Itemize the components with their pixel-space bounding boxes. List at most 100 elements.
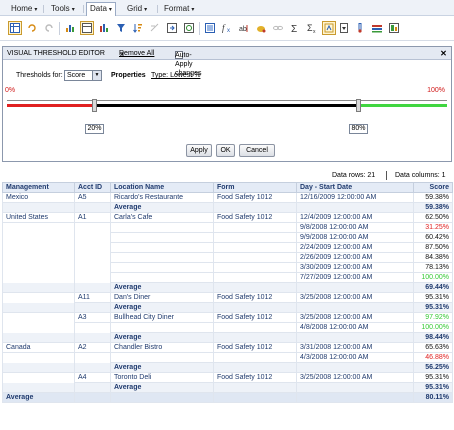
table-row[interactable]: 4/8/2008 12:00:00 AM 100.00% <box>2 322 453 333</box>
column-header-location-name[interactable]: Location Name <box>110 182 214 193</box>
table-row[interactable]: 9/8/2008 12:00:00 AM 31.25% <box>2 222 453 233</box>
toolbar-divider <box>199 22 200 35</box>
column-header-score[interactable]: Score <box>413 182 453 193</box>
export-icon[interactable] <box>165 21 179 35</box>
chevron-down-icon: ▾ <box>34 7 38 13</box>
average-row[interactable]: Average 95.31% <box>2 382 453 393</box>
cell-location-name: Dan's Diner <box>110 292 214 303</box>
average-row[interactable]: Average 95.31% <box>2 302 453 313</box>
chevron-down-icon: ▾ <box>108 7 112 13</box>
high-threshold-input[interactable]: 80% <box>349 124 368 134</box>
cell-acct-id <box>74 392 111 403</box>
alert-icon[interactable] <box>254 21 268 35</box>
table-row[interactable]: A3 Bullhead City Diner Food Safety 1012 3/2… <box>2 312 453 323</box>
table-row[interactable]: A4 Toronto Deli Food Safety 1012 3/25/2008 … <box>2 372 453 383</box>
menu-grid[interactable]: Grid ▾ <box>124 3 150 15</box>
formula-icon[interactable]: fx <box>220 21 234 35</box>
cell-start-date: 4/8/2008 12:00:00 AM <box>296 322 414 333</box>
redo-icon[interactable] <box>42 21 56 35</box>
close-icon[interactable]: ✕ <box>439 49 448 58</box>
cell-management <box>2 282 75 293</box>
remove-all-link[interactable]: ✕ Remove All <box>119 49 154 59</box>
cell-acct-id <box>74 332 111 343</box>
menu-data-label: Data <box>90 4 107 13</box>
table-row[interactable]: Mexico A5 Ricardo's Restaurante Food Safety… <box>2 192 453 203</box>
cell-management <box>2 252 75 263</box>
apply-button[interactable]: Apply <box>186 144 212 157</box>
sort-icon[interactable] <box>131 21 145 35</box>
grand-average-row[interactable]: Average 80.11% <box>2 392 453 403</box>
table-row[interactable]: United States A1 Carla's Cafe Food Safety 1… <box>2 212 453 223</box>
table-row[interactable]: 2/26/2009 12:00:00 AM 84.38% <box>2 252 453 263</box>
bar-chart-icon[interactable] <box>80 21 94 35</box>
menu-data[interactable]: Data ▾ <box>86 2 116 16</box>
cell-start-date <box>296 362 414 373</box>
average-row[interactable]: Average 59.38% <box>2 202 453 213</box>
menu-home[interactable]: Home ▾ <box>8 3 40 15</box>
average-row[interactable]: Average 56.25% <box>2 362 453 373</box>
menu-tools[interactable]: Tools ▾ <box>48 3 78 15</box>
ok-button[interactable]: OK <box>216 144 235 157</box>
pivot-icon[interactable] <box>148 21 162 35</box>
cell-location-name: Average <box>110 302 214 313</box>
cancel-button[interactable]: Cancel <box>239 144 275 157</box>
cell-start-date: 12/16/2009 12:00:00 AM <box>296 192 414 203</box>
cell-score: 100.00% <box>413 322 453 333</box>
undo-icon[interactable] <box>25 21 39 35</box>
chevron-down-icon: ▾ <box>71 7 75 13</box>
thresholds-for-select[interactable]: Score ▼ <box>64 70 102 81</box>
thermometer-icon[interactable] <box>353 21 367 35</box>
table-row[interactable]: 3/30/2009 12:00:00 AM 78.13% <box>2 262 453 273</box>
toolbar-divider <box>59 22 60 35</box>
type-link[interactable]: Type: Lowest % <box>151 71 200 80</box>
table-row[interactable]: A11 Dan's Diner Food Safety 1012 3/25/2008 … <box>2 292 453 303</box>
cell-form <box>213 352 297 363</box>
subtotal-icon[interactable]: Σx <box>305 21 319 35</box>
filter-icon[interactable] <box>114 21 128 35</box>
svg-text:x: x <box>313 29 316 33</box>
column-header-form[interactable]: Form <box>213 182 297 193</box>
table-row[interactable]: 9/9/2008 12:00:00 AM 60.42% <box>2 232 453 243</box>
cell-start-date: 9/9/2008 12:00:00 AM <box>296 232 414 243</box>
high-threshold-handle[interactable] <box>356 99 361 112</box>
grid-body: Mexico A5 Ricardo's Restaurante Food Safety… <box>2 192 453 403</box>
cell-form: Food Safety 1012 <box>213 212 297 223</box>
low-threshold-handle[interactable] <box>92 99 97 112</box>
column-header-acct-id[interactable]: Acct ID <box>74 182 111 193</box>
menu-format[interactable]: Format ▾ <box>161 3 197 15</box>
column-header-day-start-date[interactable]: Day - Start Date <box>296 182 414 193</box>
sum-icon[interactable]: Σ <box>288 21 302 35</box>
average-row[interactable]: Average 69.44% <box>2 282 453 293</box>
chart-icon[interactable] <box>63 21 77 35</box>
menu-home-label: Home <box>11 4 33 13</box>
cell-management <box>2 272 75 283</box>
properties-icon[interactable] <box>387 21 401 35</box>
threshold-icon[interactable] <box>322 21 336 35</box>
bar-icon[interactable] <box>370 21 384 35</box>
cell-form <box>213 252 297 263</box>
refresh-icon[interactable] <box>182 21 196 35</box>
dropdown-arrow-icon[interactable] <box>337 21 351 35</box>
table-row[interactable]: 2/24/2009 12:00:00 AM 87.50% <box>2 242 453 253</box>
cell-location-name <box>110 392 214 403</box>
cell-management <box>2 372 75 383</box>
cell-acct-id <box>74 382 111 393</box>
low-threshold-input[interactable]: 20% <box>85 124 104 134</box>
table-row[interactable]: 4/3/2008 12:00:00 AM 46.88% <box>2 352 453 363</box>
column-header-management[interactable]: Management <box>2 182 75 193</box>
table-row[interactable]: 7/27/2009 12:00:00 AM 100.00% <box>2 272 453 283</box>
table-row[interactable]: Canada A2 Chandler Bistro Food Safety 1012 3… <box>2 342 453 353</box>
average-row[interactable]: Average 98.44% <box>2 332 453 343</box>
cell-score: 59.38% <box>413 192 453 203</box>
cell-location-name <box>110 262 214 273</box>
cell-acct-id: A1 <box>74 212 111 223</box>
grid-view-icon[interactable] <box>8 21 22 35</box>
cell-score: 62.50% <box>413 212 453 223</box>
chain-icon[interactable] <box>271 21 285 35</box>
cell-location-name: Chandler Bistro <box>110 342 214 353</box>
chevron-down-icon: ▾ <box>144 7 148 13</box>
insert-icon[interactable] <box>203 21 217 35</box>
cell-acct-id: A4 <box>74 372 111 383</box>
rename-icon[interactable]: ab <box>237 21 251 35</box>
column-chart-icon[interactable] <box>97 21 111 35</box>
